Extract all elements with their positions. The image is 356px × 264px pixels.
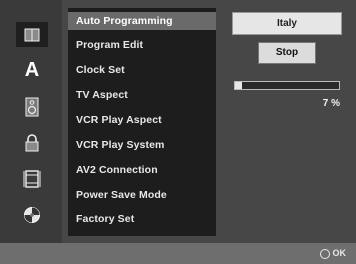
menu-item-vcr-play-system[interactable]: VCR Play System bbox=[76, 136, 216, 154]
progress-percent-text: 7 % bbox=[322, 98, 340, 109]
disc-icon[interactable] bbox=[16, 202, 48, 227]
book-icon[interactable] bbox=[16, 22, 48, 47]
menu-item-factory-set[interactable]: Factory Set bbox=[76, 210, 216, 228]
menu-item-av2-connection[interactable]: AV2 Connection bbox=[76, 161, 216, 179]
menu-item-tv-aspect[interactable]: TV Aspect bbox=[76, 86, 216, 104]
ok-button-icon bbox=[319, 248, 330, 259]
menu-item-power-save-mode[interactable]: Power Save Mode bbox=[76, 186, 216, 204]
category-icon-column: A bbox=[0, 0, 62, 243]
lock-icon[interactable] bbox=[16, 130, 48, 155]
status-bar bbox=[0, 243, 356, 264]
speaker-icon[interactable] bbox=[16, 94, 48, 119]
film-strip-icon[interactable] bbox=[16, 166, 48, 191]
stop-button[interactable]: Stop bbox=[258, 42, 316, 64]
scan-progress-bar bbox=[234, 81, 340, 90]
ok-label: OK bbox=[332, 248, 347, 258]
country-select[interactable]: Italy bbox=[232, 12, 342, 35]
language-a-icon[interactable]: A bbox=[16, 58, 48, 83]
menu-item-vcr-play-aspect[interactable]: VCR Play Aspect bbox=[76, 111, 216, 129]
settings-screen: A Auto Programming Program Edit Clock Se… bbox=[0, 0, 356, 264]
menu-item-clock-set[interactable]: Clock Set bbox=[76, 61, 216, 79]
ok-hint: OK bbox=[319, 246, 347, 260]
menu-item-auto-programming[interactable]: Auto Programming bbox=[68, 12, 216, 30]
progress-fill bbox=[235, 82, 243, 89]
menu-item-program-edit[interactable]: Program Edit bbox=[76, 36, 216, 54]
